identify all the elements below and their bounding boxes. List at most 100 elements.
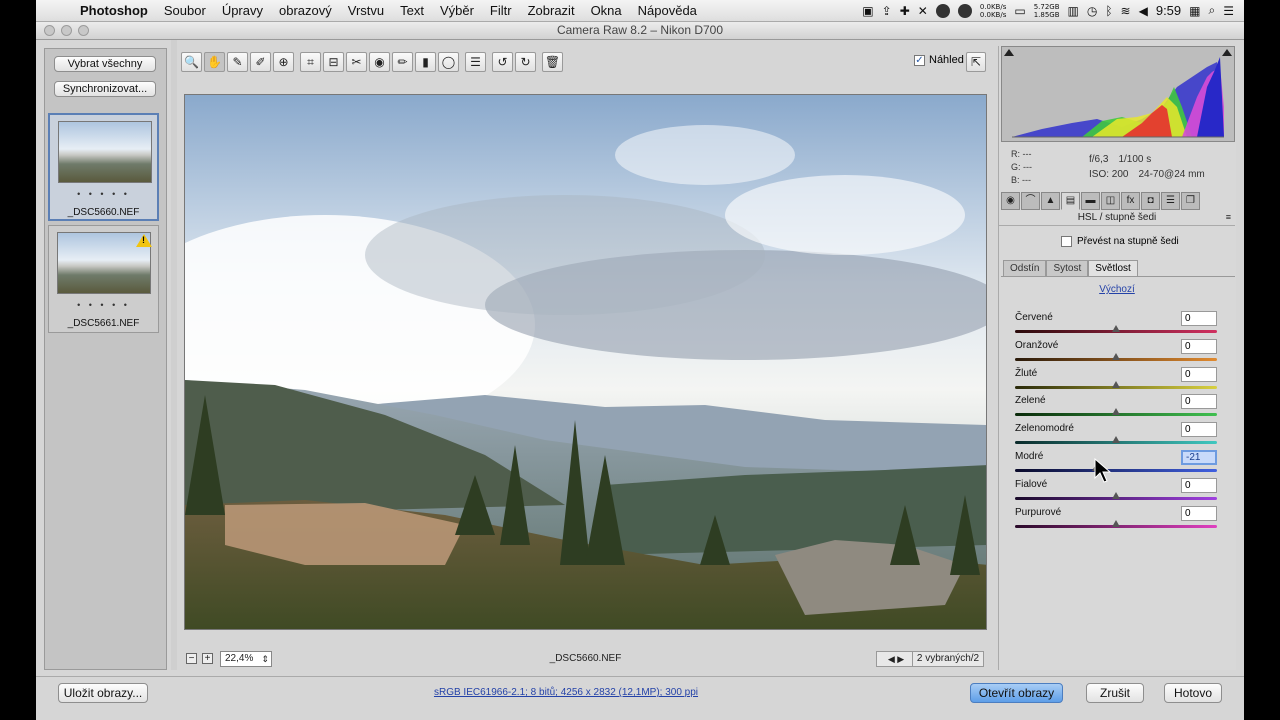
- prev-next-image-icon[interactable]: ◀ ▶: [876, 651, 916, 667]
- slider-value-input[interactable]: -21: [1181, 450, 1217, 465]
- red-eye-tool-icon[interactable]: ◉: [369, 52, 390, 72]
- highlight-clipping-icon[interactable]: [1222, 49, 1232, 56]
- spot-removal-tool-icon[interactable]: ✂: [346, 52, 367, 72]
- volume-icon[interactable]: ◀: [1139, 4, 1148, 18]
- radial-filter-tool-icon[interactable]: ◯: [438, 52, 459, 72]
- upload-status-icon[interactable]: ⇪: [882, 4, 892, 18]
- clock[interactable]: 9:59: [1156, 3, 1181, 18]
- synchronize-button[interactable]: Synchronizovat...: [54, 81, 156, 97]
- fullscreen-icon[interactable]: ⇱: [966, 52, 986, 72]
- minimize-window-icon[interactable]: [61, 25, 72, 36]
- rating-stars[interactable]: • • • • •: [49, 300, 158, 310]
- slider-value-input[interactable]: 0: [1181, 394, 1217, 410]
- wifi-icon[interactable]: ≋: [1121, 4, 1131, 18]
- straighten-tool-icon[interactable]: ⊟: [323, 52, 344, 72]
- power-status-icon[interactable]: [957, 3, 972, 18]
- menu-vrstvu[interactable]: Vrstvu: [340, 3, 392, 18]
- slider-value-input[interactable]: 0: [1181, 422, 1217, 438]
- close-window-icon[interactable]: [44, 25, 55, 36]
- tab-split-toning-icon[interactable]: ▬: [1081, 192, 1100, 210]
- select-all-button[interactable]: Vybrat všechny: [54, 56, 156, 72]
- spotlight-icon[interactable]: ⌕: [1209, 3, 1216, 18]
- slider-value-input[interactable]: 0: [1181, 505, 1217, 521]
- notification-icon[interactable]: ☰: [1223, 4, 1234, 18]
- preferences-tool-icon[interactable]: ☰: [465, 52, 486, 72]
- tab-camera-calibration-icon[interactable]: ◘: [1141, 192, 1160, 210]
- menu-filtr[interactable]: Filtr: [482, 3, 520, 18]
- menu-obrazovy[interactable]: obrazový: [271, 3, 340, 18]
- iso: ISO: 200: [1089, 169, 1129, 180]
- subtab-hue[interactable]: Odstín: [1003, 260, 1047, 277]
- targeted-adjustment-tool-icon[interactable]: ⊕: [273, 52, 294, 72]
- preview-checkbox[interactable]: ✓ Náhled: [914, 54, 964, 66]
- slider-value-input[interactable]: 0: [1181, 366, 1217, 382]
- rotate-right-tool-icon[interactable]: ↻: [515, 52, 536, 72]
- open-images-button[interactable]: Otevřít obrazy: [970, 683, 1063, 703]
- workflow-options-link[interactable]: sRGB IEC61966-2.1; 8 bitů; 4256 x 2832 (…: [236, 687, 896, 698]
- tab-snapshots-icon[interactable]: ❐: [1181, 192, 1200, 210]
- cancel-button[interactable]: Zrušit: [1086, 683, 1144, 703]
- rating-stars[interactable]: • • • • •: [50, 189, 157, 199]
- menu-napoveda[interactable]: Nápověda: [630, 3, 705, 18]
- slider-handle[interactable]: [1112, 491, 1120, 499]
- rotate-left-tool-icon[interactable]: ↺: [492, 52, 513, 72]
- save-images-button[interactable]: Uložit obrazy...: [58, 683, 148, 703]
- tab-effects-icon[interactable]: fx: [1121, 192, 1140, 210]
- thumbnail-item[interactable]: • • • • • _DSC5661.NEF: [48, 225, 159, 333]
- tools-status-icon[interactable]: ✕: [918, 4, 928, 18]
- crop-tool-icon[interactable]: ⌗: [300, 52, 321, 72]
- menu-vyber[interactable]: Výběr: [432, 3, 482, 18]
- subtab-saturation[interactable]: Sytost: [1046, 260, 1089, 277]
- flag-icon[interactable]: ▦: [1189, 4, 1200, 18]
- white-balance-tool-icon[interactable]: ✎: [227, 52, 248, 72]
- menu-soubor[interactable]: Soubor: [156, 3, 214, 18]
- menu-text[interactable]: Text: [392, 3, 432, 18]
- circle-status-icon[interactable]: [935, 3, 950, 18]
- tab-tone-curve-icon[interactable]: ⌒: [1021, 192, 1040, 210]
- tab-detail-icon[interactable]: ▲: [1041, 192, 1060, 210]
- filmstrip-resize-handle[interactable]: [171, 40, 177, 670]
- menu-upravy[interactable]: Úpravy: [214, 3, 271, 18]
- grayscale-checkbox[interactable]: Převést na stupně šedi: [1061, 236, 1179, 247]
- default-link[interactable]: Výchozí: [999, 284, 1235, 295]
- image-preview[interactable]: [184, 94, 987, 630]
- menu-app-name[interactable]: Photoshop: [72, 3, 156, 18]
- slider-handle[interactable]: [1112, 408, 1120, 416]
- tab-basic-icon[interactable]: ◉: [1001, 192, 1020, 210]
- camera-status-icon[interactable]: ▣: [862, 4, 873, 18]
- slider-label: Zelené: [1015, 395, 1046, 407]
- shadow-clipping-icon[interactable]: [1004, 49, 1014, 56]
- preview-checkbox-box[interactable]: ✓: [914, 54, 925, 66]
- panel-menu-icon[interactable]: ≡: [1226, 212, 1231, 222]
- zoom-tool-icon[interactable]: 🔍: [181, 52, 202, 72]
- thumbnail-item[interactable]: • • • • • _DSC5660.NEF: [48, 113, 159, 221]
- graduated-filter-tool-icon[interactable]: ▮: [415, 52, 436, 72]
- grayscale-checkbox-box[interactable]: [1061, 236, 1072, 247]
- tab-lens-icon[interactable]: ◫: [1101, 192, 1120, 210]
- slider-handle[interactable]: [1112, 325, 1120, 332]
- slider-handle[interactable]: [1112, 380, 1120, 388]
- adjustment-brush-tool-icon[interactable]: ✏: [392, 52, 413, 72]
- slider-value-input[interactable]: 0: [1181, 338, 1217, 354]
- color-sampler-tool-icon[interactable]: ✐: [250, 52, 271, 72]
- subtab-luminance[interactable]: Světlost: [1088, 260, 1138, 277]
- slider-track[interactable]: [1015, 469, 1217, 472]
- menu-zobrazit[interactable]: Zobrazit: [520, 3, 583, 18]
- slider-handle[interactable]: [1112, 519, 1120, 527]
- slider-value-input[interactable]: 0: [1181, 311, 1217, 326]
- time-machine-icon[interactable]: ◷: [1087, 4, 1097, 18]
- slider-handle[interactable]: [1112, 436, 1120, 444]
- menu-okna[interactable]: Okna: [583, 3, 630, 18]
- tab-hsl-icon[interactable]: ▤: [1061, 192, 1080, 210]
- histogram[interactable]: [1001, 46, 1235, 142]
- plus-status-icon[interactable]: ✚: [900, 4, 910, 18]
- hand-tool-icon[interactable]: ✋: [204, 52, 225, 72]
- bluetooth-icon[interactable]: ᛒ: [1105, 4, 1112, 18]
- tab-presets-icon[interactable]: ☰: [1161, 192, 1180, 210]
- b-value: B: ---: [1011, 175, 1031, 185]
- zoom-window-icon[interactable]: [78, 25, 89, 36]
- slider-handle[interactable]: [1112, 352, 1120, 360]
- slider-value-input[interactable]: 0: [1181, 477, 1217, 493]
- done-button[interactable]: Hotovo: [1164, 683, 1222, 703]
- trash-tool-icon[interactable]: 🗑: [542, 52, 563, 72]
